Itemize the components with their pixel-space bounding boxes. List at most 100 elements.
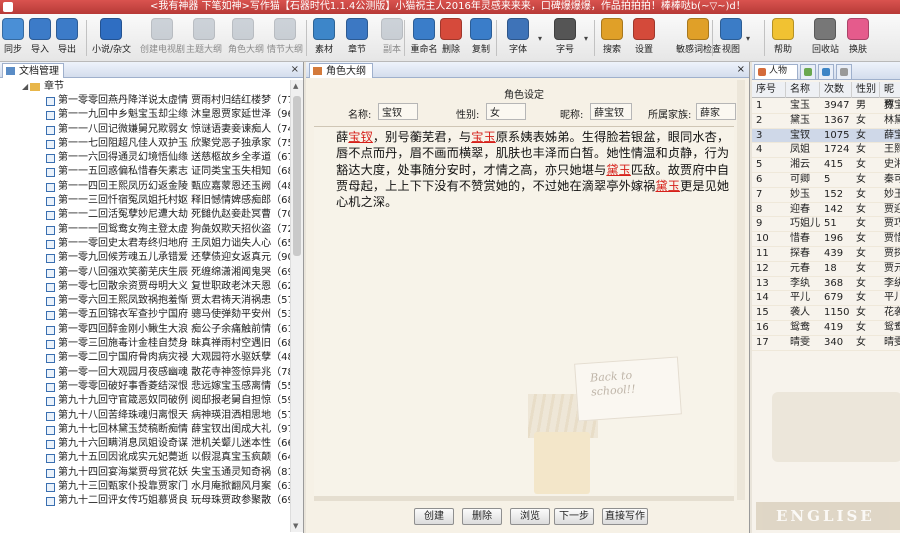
toolbar-skin-button[interactable]: 换肤 (846, 16, 870, 60)
character-link[interactable]: 宝玉 (471, 130, 496, 144)
character-description[interactable]: 薛宝钗，别号蘅芜君，与宝玉原系姨表姊弟。生得脸若银盆，眼同水杏，唇不点而丹，眉不… (314, 126, 734, 496)
close-icon[interactable]: × (291, 62, 299, 78)
chapter-tree-item[interactable]: 第一一九回中乡魁宝玉却尘缘 沐皇恩贾家延世泽（9616字） (0, 108, 290, 122)
toolbar-tv-button[interactable]: 创建电视剧 (140, 16, 185, 60)
toolbar-export-button[interactable]: 导出 (56, 16, 78, 60)
nickname-field[interactable] (590, 103, 632, 120)
scroll-down-icon[interactable]: ▼ (293, 522, 298, 530)
browse-button[interactable]: 浏览 (510, 508, 550, 525)
chapter-tree-item[interactable]: 第九十九回守官箴恶奴同破例 阅邸报老舅自担惊（5930字） (0, 394, 290, 408)
chapter-tree-item[interactable]: 第一一八回记微嫌舅兄欺弱女 惊谜语妻妾谏痴人（7472字） (0, 123, 290, 137)
table-row[interactable]: 13 李纨 368 女 李纨 (752, 277, 900, 292)
chapter-tree-item[interactable]: 第一零二回宁国府骨肉病灾祲 大观园符水驱妖孽（4876字） (0, 351, 290, 365)
delete-button[interactable]: 删除 (462, 508, 502, 525)
close-icon[interactable]: × (737, 62, 745, 78)
toolbar-font-size-button[interactable]: 字号 (548, 16, 582, 60)
next-step-button[interactable]: 下一步 (554, 508, 594, 525)
chapter-tree-item[interactable]: 第一一三回忏宿冤凤姐托村妪 释旧憾情婢感痴郎（6846字） (0, 194, 290, 208)
toolbar-plot-outline-button[interactable]: 情节大纲 (266, 16, 304, 60)
chapter-tree-item[interactable]: 第一一零回史太君寿终归地府 王凤姐力诎失人心（6578字） (0, 237, 290, 251)
toolbar-search-button[interactable]: 搜索 (600, 16, 624, 60)
chapter-tree-item[interactable]: 第一一六回得通灵幻境悟仙缘 送慈柩故乡全孝道（6787字） (0, 151, 290, 165)
scroll-thumb[interactable] (293, 96, 301, 256)
table-row[interactable]: 3 宝钗 1075 女 薛宝 (752, 128, 900, 144)
toolbar-novel-button[interactable]: 小说/杂文 (92, 16, 131, 60)
chapter-tree-item[interactable]: 第一零五回锦衣军查抄宁国府 骢马使弹劾平安州（5365字） (0, 308, 290, 322)
column-header[interactable]: 序号 (752, 82, 786, 98)
column-header[interactable]: 名称 (786, 82, 820, 98)
table-row[interactable]: 4 凤姐 1724 女 王熙 (752, 143, 900, 159)
font-dropdown-icon[interactable]: ▾ (538, 34, 542, 43)
chapter-tree-item[interactable]: 第一零四回醉金刚小鳅生大浪 痴公子余痛触前情（6190字） (0, 323, 290, 337)
tree-root-chapters[interactable]: ◢ 章节 (0, 80, 290, 94)
table-row[interactable]: 7 妙玉 152 女 妙玉 (752, 188, 900, 203)
chapter-tree-item[interactable]: 第九十二回评女传巧姐慕贤良 玩母珠贾政参聚散（6965字） (0, 494, 290, 508)
chapter-tree-item[interactable]: 第九十三回甄家仆投靠贾家门 水月庵掀翻风月案（6355字） (0, 480, 290, 494)
chapter-tree-item[interactable]: 第九十四回宴海棠贾母赏花妖 失宝玉通灵知奇祸（8192字） (0, 466, 290, 480)
chapter-tree-item[interactable]: 第一一二回活冤孽妙尼遭大劫 死雠仇赵妾赴冥曹（7010字） (0, 208, 290, 222)
scroll-up-icon[interactable]: ▲ (293, 82, 298, 90)
create-button[interactable]: 创建 (414, 508, 454, 525)
chapter-tree-item[interactable]: 第一零六回王熙凤致祸抱羞惭 贾太君祷天消祸患（5745字） (0, 294, 290, 308)
table-row[interactable]: 11 探春 439 女 贾探 (752, 247, 900, 262)
toolbar-font-button[interactable]: 字体 (502, 16, 534, 60)
write-directly-button[interactable]: 直接写作 (602, 508, 648, 525)
expand-arrow-icon[interactable]: ◢ (22, 80, 28, 94)
table-row[interactable]: 5 湘云 415 女 史湘 (752, 158, 900, 173)
toolbar-material-button[interactable]: 素材 (312, 16, 336, 60)
tab-search[interactable] (818, 64, 834, 79)
column-header[interactable]: 性别 (852, 82, 880, 98)
toolbar-theme-outline-button[interactable]: 主题大纲 (186, 16, 222, 60)
name-field[interactable] (378, 103, 418, 120)
table-row[interactable]: 14 平儿 679 女 平儿 (752, 291, 900, 307)
tab-notes[interactable] (836, 64, 852, 79)
toolbar-recycle-bin-button[interactable]: 回收站 (812, 16, 839, 60)
toolbar-view-button[interactable]: 视图 (718, 16, 744, 60)
table-row[interactable]: 17 晴雯 340 女 晴雯 (752, 336, 900, 351)
toolbar-sensitive-check-button[interactable]: 敏感词检查 (676, 16, 721, 60)
character-link[interactable]: 黛玉 (655, 179, 680, 193)
font-size-dropdown-icon[interactable]: ▾ (584, 34, 588, 43)
chapter-tree-item[interactable]: 第一零九回候芳魂五儿承错爱 还孽债迎女返真元（9035字） (0, 251, 290, 265)
toolbar-duplicate-button[interactable]: 复制 (468, 16, 494, 60)
chapter-tree-item[interactable]: 第九十七回林黛玉焚稿断痴情 薛宝钗出闺成大礼（9779字） (0, 423, 290, 437)
description-horizontal-scrollbar[interactable] (314, 496, 734, 501)
chapter-tree-item[interactable]: 第一一五回惑偏私惜春矢素志 证同类宝玉失相知（6877字） (0, 165, 290, 179)
table-row[interactable]: 12 元春 18 女 贾元 (752, 262, 900, 277)
view-dropdown-icon[interactable]: ▾ (746, 34, 750, 43)
chapter-tree-item[interactable]: 第一零三回施毒计金桂自焚身 昧真禅雨村空遇旧（6810字） (0, 337, 290, 351)
chapter-tree-item[interactable]: 第九十五回因讹成实元妃薨逝 以假混真宝玉疯颠（6455字） (0, 451, 290, 465)
chapter-tree-item[interactable]: 第一零一回大观园月夜感幽魂 散花寺神签惊异兆（7895字） (0, 366, 290, 380)
toolbar-copy-button[interactable]: 副本 (380, 16, 404, 60)
chapter-tree-item[interactable]: 第一零七回散余资贾母明大义 复世职政老沐天恩（6205字） (0, 280, 290, 294)
column-header[interactable]: 次数 (820, 82, 852, 98)
tab-characters[interactable]: 人物 (754, 64, 798, 79)
chapter-tree-item[interactable]: 第一一四回王熙凤历幻返金陵 甄应嘉蒙恩还玉阙（4879字） (0, 180, 290, 194)
toolbar-sync-button[interactable]: 同步 (2, 16, 24, 60)
tab-document-manager[interactable]: 文档管理 (2, 63, 64, 78)
table-row[interactable]: 9 巧姐儿 51 女 贾巧 (752, 217, 900, 233)
chapter-tree-item[interactable]: 第一零八回强欢笑蘅芜庆生辰 死缠绵潇湘闻鬼哭（6999字） (0, 266, 290, 280)
tab-character-outline[interactable]: 角色大纲 (309, 63, 373, 78)
table-row[interactable]: 10 惜春 196 女 贾惜 (752, 232, 900, 247)
gender-field[interactable] (486, 103, 526, 120)
chapter-tree-item[interactable]: 第一零零回燕丹降洋说太虚情 贾雨村归结红楼梦（7721字） (0, 94, 290, 108)
table-row[interactable]: 2 黛玉 1367 女 林黛 (752, 114, 900, 129)
table-row[interactable]: 16 鸳鸯 419 女 鸳鸯 (752, 321, 900, 336)
toolbar-role-outline-button[interactable]: 角色大纲 (228, 16, 264, 60)
table-row[interactable]: 15 袭人 1150 女 花袭 (752, 306, 900, 321)
character-link[interactable]: 黛玉 (606, 163, 631, 177)
toolbar-delete-button[interactable]: 删除 (440, 16, 462, 60)
toolbar-settings-button[interactable]: 设置 (632, 16, 656, 60)
toolbar-help-button[interactable]: 帮助 (770, 16, 796, 60)
chapter-tree-item[interactable]: 第一一一回鸳鸯女殉主登太虚 狗彘奴欺天招伙盗（7224字） (0, 223, 290, 237)
chapter-tree-scrollbar[interactable]: ▲ ▼ (290, 80, 303, 532)
table-row[interactable]: 1 宝玉 3947 男 贾宝 (752, 99, 900, 114)
toolbar-rename-button[interactable]: 重命名 (410, 16, 438, 60)
chapter-tree-item[interactable]: 第九十六回瞒消息凤姐设奇谋 泄机关颦儿迷本性（6671字） (0, 437, 290, 451)
tab-stats[interactable] (800, 64, 816, 79)
chapter-tree-item[interactable]: 第九十八回苦绛珠魂归离恨天 病神瑛泪洒相思地（5796字） (0, 409, 290, 423)
chapter-tree-item[interactable]: 第一一七回阻超凡佳人双护玉 欣聚党恶子独承家（7579字） (0, 137, 290, 151)
chapter-tree-item[interactable]: 第一零零回破好事香菱结深恨 悲远嫁宝玉感离情（5571字） (0, 380, 290, 394)
column-header[interactable]: 昵称 (880, 82, 900, 111)
